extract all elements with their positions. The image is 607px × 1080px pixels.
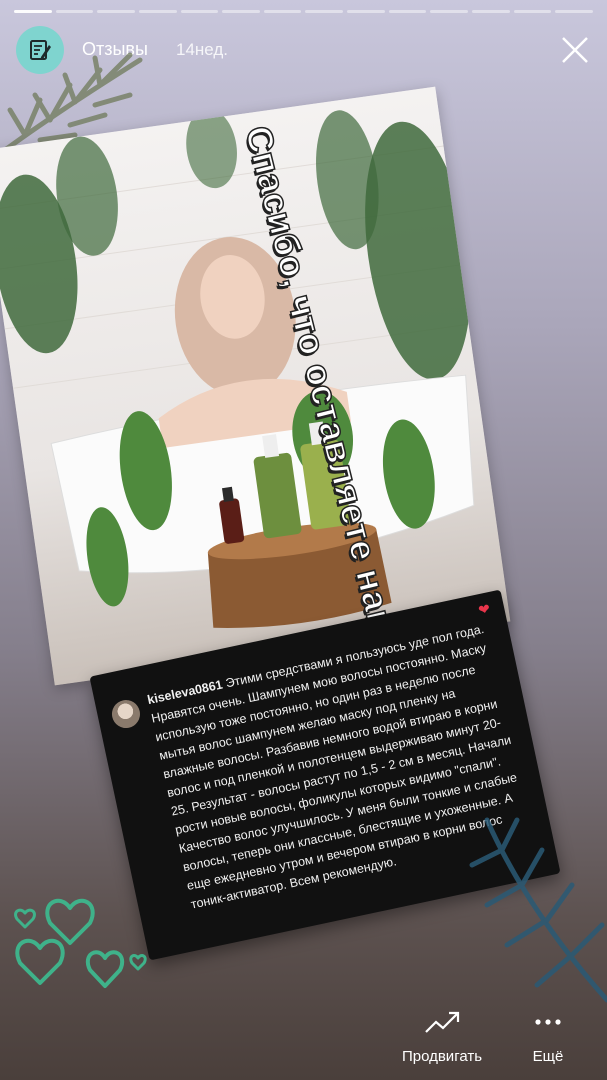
more-button[interactable]: Ещё (520, 1010, 576, 1065)
progress-segment (14, 10, 52, 13)
progress-segment (388, 10, 427, 13)
promote-button[interactable]: Продвигать (392, 1010, 492, 1065)
more-dots-icon (535, 1019, 561, 1025)
progress-segment (555, 10, 593, 13)
progress-segment (222, 10, 260, 13)
progress-segment (263, 10, 302, 13)
progress-segment (347, 10, 385, 13)
progress-segment (97, 10, 135, 13)
progress-segment (180, 10, 219, 13)
story-progress-bar (14, 10, 593, 13)
progress-segment (430, 10, 469, 13)
fern-leaf-decoration (469, 817, 607, 1003)
promote-label: Продвигать (401, 1048, 483, 1065)
post-time: 14нед. (176, 40, 229, 59)
close-icon[interactable] (559, 34, 591, 66)
heart-icon: ❤ (476, 600, 492, 619)
review-body: Этими средствами я пользуюсь уде пол год… (150, 621, 519, 912)
progress-segment (55, 10, 94, 13)
progress-segment (513, 10, 552, 13)
progress-segment (305, 10, 344, 13)
trend-up-icon (425, 1011, 460, 1033)
hearts-decoration (14, 898, 147, 988)
more-label: Ещё (532, 1048, 564, 1065)
reviewer-avatar (109, 697, 143, 731)
progress-segment (138, 10, 177, 13)
progress-segment (472, 10, 510, 13)
